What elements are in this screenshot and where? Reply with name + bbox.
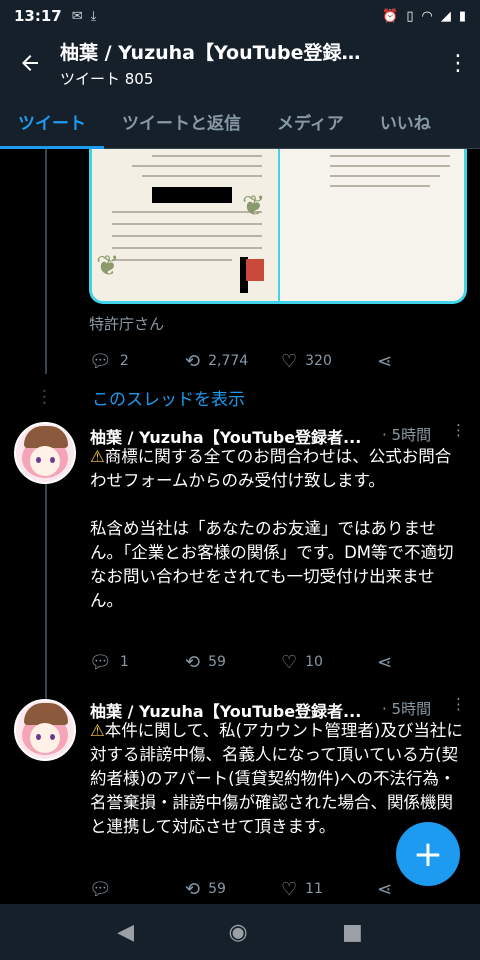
like-count: 320	[305, 353, 332, 369]
nav-recents-icon[interactable]: ■	[342, 920, 363, 945]
like-count: 10	[305, 654, 323, 670]
tweet-time: · 5時間	[382, 700, 432, 718]
tweet-text: ⚠本件に関して、私(アカウント管理者)及び当社に対する誹謗中傷、名義人になって頂…	[90, 719, 466, 839]
like-button[interactable]: ♡ 320	[281, 351, 377, 372]
retweet-icon: ⟲	[185, 878, 201, 900]
download-icon: ⤓	[90, 8, 97, 24]
thread-line	[45, 479, 47, 704]
tweet-body: 商標に関する全てのお問合わせは、公式お問合わせフォームからのみ受付け致します。 …	[90, 447, 454, 610]
wifi-icon: ◠	[421, 8, 433, 24]
back-arrow-icon[interactable]	[0, 32, 60, 94]
more-options-icon[interactable]: ⋮	[436, 51, 480, 76]
share-icon: ⋖	[377, 878, 393, 900]
share-icon: ⋖	[377, 651, 393, 673]
mail-icon: ✉	[71, 8, 83, 24]
warning-icon: ⚠	[90, 447, 105, 466]
reply-button[interactable]: 💬︎ 2	[89, 351, 185, 372]
profile-header: 柚葉 / Yuzuha【YouTube登録… ツイート 805 ⋮	[0, 32, 480, 94]
retweet-count: 59	[208, 881, 226, 897]
like-button[interactable]: ♡ 11	[281, 879, 377, 900]
tweet-count: ツイート 805	[60, 69, 154, 88]
heart-icon: ♡	[281, 878, 298, 900]
retweet-button[interactable]: ⟲ 2,774	[185, 351, 281, 372]
header-title-block: 柚葉 / Yuzuha【YouTube登録… ツイート 805	[60, 38, 436, 89]
like-button[interactable]: ♡ 10	[281, 652, 377, 673]
tab-likes[interactable]: いいね	[362, 94, 449, 148]
tab-media[interactable]: メディア	[259, 94, 362, 148]
share-icon: ⋖	[377, 350, 393, 372]
tweet-time: · 5時間	[382, 426, 432, 444]
tweet-actions: 💬︎ 1 ⟲ 59 ♡ 10 ⋖	[89, 650, 400, 674]
reply-icon: 💬︎	[89, 350, 112, 372]
tab-tweets[interactable]: ツイート	[0, 94, 104, 149]
signal-icon: ◢	[440, 8, 451, 24]
timeline[interactable]: ❦ ❦ 特許庁さん 💬︎ 2 ⟲ 2,774 ♡ 320 ⋖ • • • このスレッ…	[0, 149, 480, 904]
status-bar: 13:17 ✉ ⤓ ⏰ ▯ ◠ ◢ ▮	[0, 0, 480, 32]
tweet-text: ⚠商標に関する全てのお問合わせは、公式お問合わせフォームからのみ受付け致します。…	[90, 445, 466, 613]
avatar[interactable]	[14, 422, 76, 484]
nav-back-icon[interactable]: ◀	[117, 920, 134, 945]
share-button[interactable]: ⋖	[377, 652, 400, 673]
tweet-source-caption: 特許庁さん	[89, 315, 165, 333]
show-thread-link[interactable]: このスレッドを表示	[92, 385, 245, 410]
compose-tweet-button[interactable]: +	[396, 822, 460, 886]
share-button[interactable]: ⋖	[377, 351, 400, 372]
profile-tabs: ツイート ツイートと返信 メディア いいね	[0, 94, 480, 149]
tweet-actions: 💬︎ 2 ⟲ 2,774 ♡ 320 ⋖	[89, 349, 400, 373]
nav-home-icon[interactable]: ◉	[228, 920, 247, 945]
thread-line	[45, 149, 47, 374]
reply-count: 1	[119, 654, 129, 670]
warning-icon: ⚠	[90, 721, 105, 740]
retweet-button[interactable]: ⟲ 59	[185, 879, 281, 900]
system-nav-bar: ◀ ◉ ■	[0, 904, 480, 960]
like-count: 11	[305, 881, 323, 897]
profile-name: 柚葉 / Yuzuha【YouTube登録…	[60, 41, 361, 64]
battery-icon: ▮	[458, 8, 466, 24]
heart-icon: ♡	[281, 350, 298, 372]
retweet-icon: ⟲	[185, 651, 201, 673]
thread-gap-dots: • • •	[42, 387, 47, 408]
tweet-actions: 💬︎ ⟲ 59 ♡ 11 ⋖	[89, 877, 400, 901]
retweet-icon: ⟲	[185, 350, 201, 372]
retweet-button[interactable]: ⟲ 59	[185, 652, 281, 673]
reply-button[interactable]: 💬︎ 1	[89, 652, 185, 673]
reply-count: 2	[119, 353, 129, 369]
share-button[interactable]: ⋖	[377, 879, 400, 900]
retweet-count: 2,774	[208, 353, 249, 369]
document-page-right	[278, 149, 464, 301]
status-time: 13:17	[14, 7, 62, 25]
retweet-count: 59	[208, 654, 226, 670]
reply-button[interactable]: 💬︎	[89, 879, 185, 900]
reply-icon: 💬︎	[89, 878, 112, 900]
tweet-body: 本件に関して、私(アカウント管理者)及び当社に対する誹謗中傷、名義人になって頂い…	[90, 721, 463, 836]
tab-tweets-and-replies[interactable]: ツイートと返信	[104, 94, 259, 148]
tweet-more-icon[interactable]: ⋮	[451, 695, 466, 713]
avatar[interactable]	[14, 699, 76, 761]
tweet-more-icon[interactable]: ⋮	[451, 421, 466, 439]
reply-icon: 💬︎	[89, 651, 112, 673]
document-page-left: ❦ ❦	[92, 149, 278, 301]
heart-icon: ♡	[281, 651, 298, 673]
plus-icon: +	[412, 833, 444, 875]
tweet-media-image[interactable]: ❦ ❦	[89, 149, 467, 304]
alarm-icon: ⏰	[382, 8, 399, 24]
vibrate-icon: ▯	[406, 8, 414, 24]
